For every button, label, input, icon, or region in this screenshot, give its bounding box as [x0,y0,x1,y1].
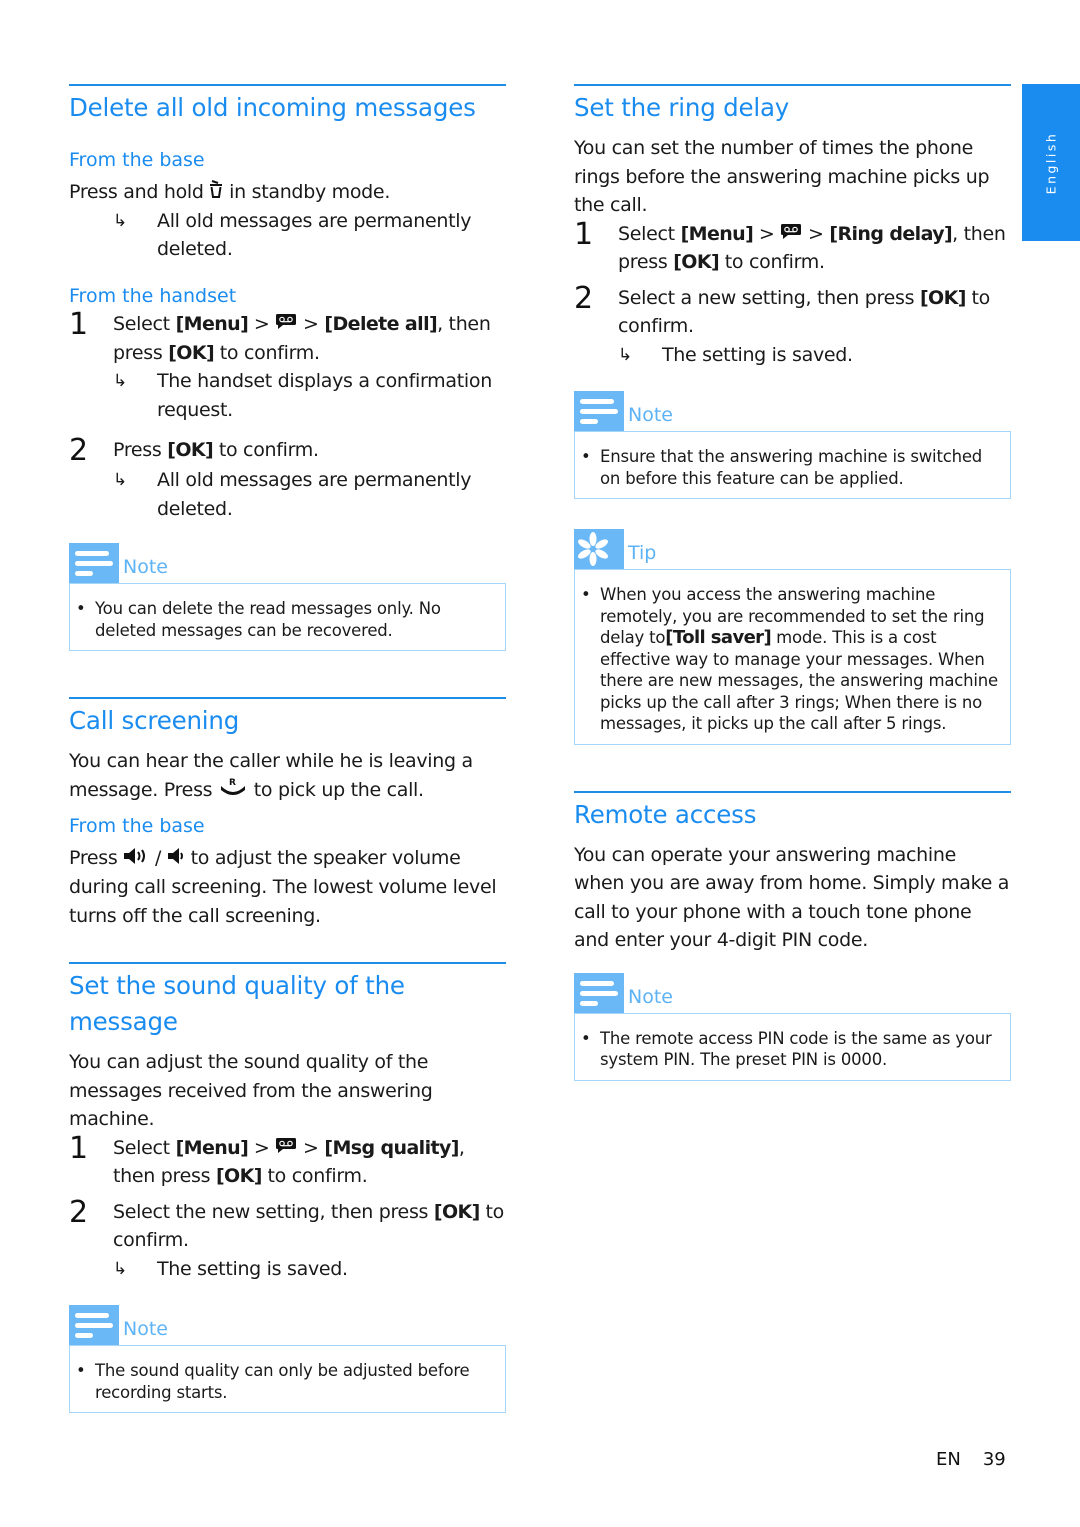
section-call-screening: Call screening You can hear the caller w… [69,697,506,930]
note-icon [69,1305,119,1346]
volume-up-icon [123,845,149,874]
note-box: Note • Ensure that the answering machine… [574,391,1011,500]
result-text: All old messages are permanently deleted… [157,209,472,261]
step-1: 1 Select [Menu] > > [Delete all], then p… [69,306,506,367]
step-1: 1 Select [Menu] > > [Msg quality], then … [69,1130,506,1191]
result-arrow-icon: ↳ [113,1258,127,1279]
note-text: Ensure that the answering machine is swi… [600,447,983,488]
text: Press and hold [69,181,204,203]
section-title: Set the sound quality of the message [69,971,405,1036]
subheading-from-handset: From the handset [69,284,237,307]
section-ring-delay: Set the ring delay You can set the numbe… [574,84,1011,745]
result-line: ↳ The setting is saved. [618,341,1011,370]
intro-text: You can hear the caller while he is leav… [69,747,506,804]
note-text: The remote access PIN code is the same a… [600,1028,992,1070]
page-number: 39 [982,1449,1006,1470]
left-column: Delete all old incoming messages From th… [69,84,506,1414]
step-2: 2 Select the new setting, then press [OK… [69,1194,506,1255]
step-number: 1 [69,1130,89,1166]
result-line: ↳ The handset displays a confirmation re… [113,367,506,424]
step-text: Select [Menu] > > [Delete all], then pre… [113,310,506,367]
subheading-from-base: From the base [69,149,205,171]
language-label: English [1043,131,1059,194]
section-remote-access: Remote access You can operate your answe… [574,790,1011,1081]
volume-down-icon [167,845,185,874]
step-1: 1 Select [Menu] > > [Ring delay], then p… [574,216,1011,277]
step-text: Select [Menu] > > [Msg quality], then pr… [113,1134,506,1191]
result-arrow-icon: ↳ [113,210,127,231]
result-line: ↳ All old messages are permanently delet… [113,466,506,523]
section-sound-quality: Set the sound quality of the message You… [69,962,506,1414]
step-2: 2 Press [OK] to confirm. [69,436,506,466]
intro-text: You can adjust the sound quality of the … [69,1051,433,1130]
result-text: The setting is saved. [662,343,853,366]
svg-text:R: R [229,778,236,788]
instruction: Press / to adjust the speaker volume dur… [69,844,506,930]
section-title: Remote access [574,799,757,829]
intro-text: You can set the number of times the phon… [574,137,990,216]
note-icon [574,391,624,432]
note-label: Note [123,1318,168,1341]
note-box: Note • The sound quality can only be adj… [69,1305,506,1414]
footer-language: EN [936,1449,961,1470]
trash-icon [209,178,223,207]
note-label: Note [123,556,168,578]
tip-text: When you access the answering machine re… [600,585,998,734]
step-number: 1 [69,306,89,342]
result-line: ↳ All old messages are permanently delet… [113,207,506,264]
note-box: Note • The remote access PIN code is the… [574,972,1011,1081]
answering-machine-icon [780,220,802,249]
step-text: Select [Menu] > > [Ring delay], then pre… [618,220,1011,277]
recall-pickup-icon: R [218,776,248,805]
step-text: Select the new setting, then press [OK] … [113,1200,504,1252]
step-text: Press [OK] to confirm. [113,439,319,461]
text: in standby mode. [229,181,391,203]
tip-icon [574,529,624,570]
result-text: All old messages are permanently deleted… [157,469,472,520]
language-tab: English [1022,84,1080,241]
result-arrow-icon: ↳ [618,344,632,365]
result-line: ↳ The setting is saved. [113,1255,506,1284]
note-label: Note [628,985,673,1008]
step-number: 1 [574,216,594,252]
note-icon [574,972,624,1013]
answering-machine-icon [275,1134,297,1163]
page-footer: EN 39 [936,1449,1006,1470]
section-delete-messages: Delete all old incoming messages From th… [69,84,506,651]
tip-label: Tip [628,542,657,565]
step-number: 2 [574,280,594,316]
result-arrow-icon: ↳ [113,470,127,490]
answering-machine-icon [275,310,297,339]
note-label: Note [628,404,673,427]
section-title: Delete all old incoming messages [69,93,476,122]
note-text: You can delete the read messages only. N… [95,599,441,640]
step-number: 2 [69,433,89,468]
result-text: The handset displays a confirmation requ… [157,370,492,421]
step-number: 2 [69,1194,89,1230]
instruction: Press and hold in standby mode. [69,178,506,207]
right-column: Set the ring delay You can set the numbe… [574,84,1011,1081]
step-text: Select a new setting, then press [OK] to… [618,286,991,338]
note-text: The sound quality can only be adjusted b… [95,1361,470,1402]
subheading-from-base: From the base [69,815,205,838]
intro-text: You can operate your answering machine w… [574,843,1010,952]
section-title: Call screening [69,706,240,735]
note-icon [69,543,119,583]
step-2: 2 Select a new setting, then press [OK] … [574,280,1011,341]
result-text: The setting is saved. [157,1257,348,1280]
note-box: Note • You can delete the read messages … [69,543,506,651]
tip-box: Tip • When you access the answering mach… [574,529,1011,745]
result-arrow-icon: ↳ [113,371,127,391]
section-title: Set the ring delay [574,93,790,122]
